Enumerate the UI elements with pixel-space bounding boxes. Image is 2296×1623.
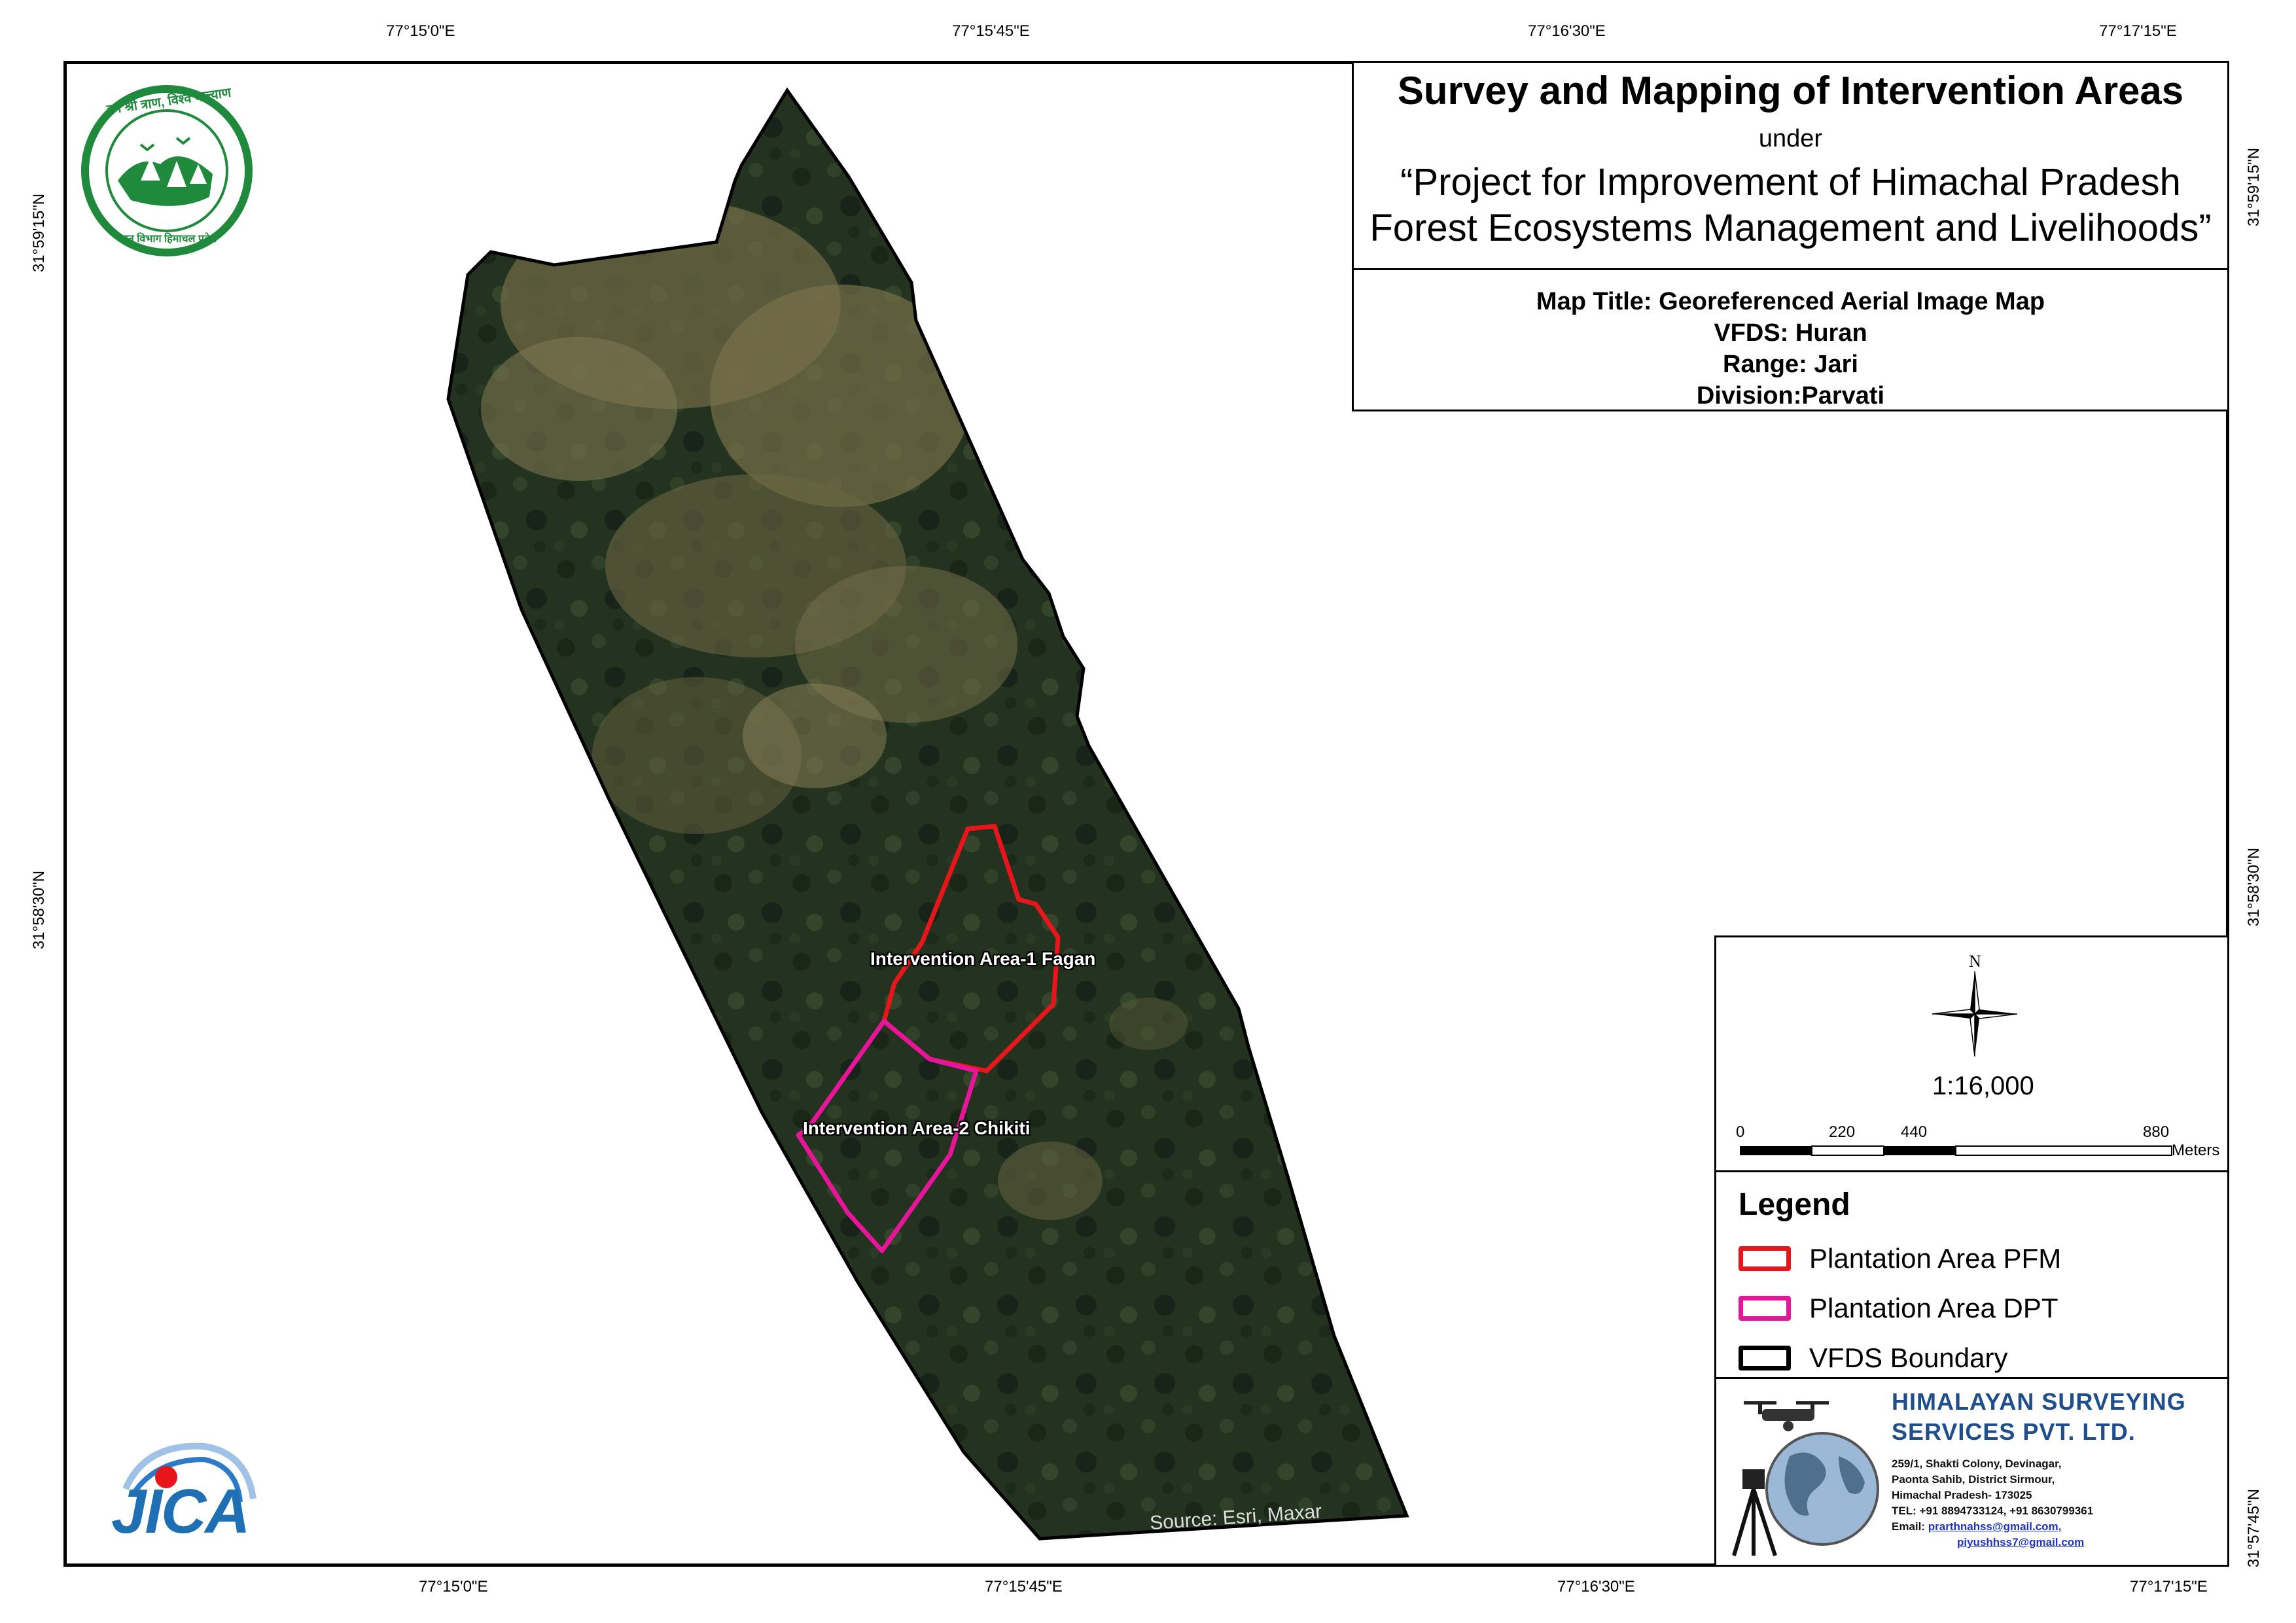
scale-block: N 1:16,000 0 220 440 880 Meters xyxy=(1714,935,2229,1172)
scale-ratio: 1:16,000 xyxy=(1932,1072,2034,1100)
label-intervention-area-1: Intervention Area-1 Fagan xyxy=(870,949,1096,969)
graticule-top-label: 77°16'30"E xyxy=(1528,22,1606,40)
title-under: under xyxy=(1758,125,1823,152)
graticule-left-label: 31°58'30"N xyxy=(30,870,48,950)
scale-tick-880: 880 xyxy=(2143,1123,2170,1141)
legend-label: Plantation Area PFM xyxy=(1809,1243,2062,1274)
company-block: HIMALAYAN SURVEYING SERVICES PVT. LTD. 2… xyxy=(1714,1379,2229,1567)
scale-tick-220: 220 xyxy=(1829,1123,1856,1141)
project-name-line-1: “Project for Improvement of Himachal Pra… xyxy=(1400,161,2181,203)
surveyor-globe-drone-icon xyxy=(1732,1401,1879,1556)
legend-label: VFDS Boundary xyxy=(1809,1342,2008,1373)
division-name: Division:Parvati xyxy=(1696,382,1885,410)
range-name: Range: Jari xyxy=(1723,351,1858,378)
project-name-line-2: Forest Ecosystems Management and Livelih… xyxy=(1369,207,2212,249)
legend-swatch-pfm xyxy=(1739,1246,1791,1271)
graticule-right-label: 31°58'30"N xyxy=(2245,847,2263,927)
seal-bottom-text: वन विभाग हिमाचल प्रदेश xyxy=(122,234,217,245)
company-name: HIMALAYAN SURVEYING SERVICES PVT. LTD. xyxy=(1892,1387,2186,1447)
legend-title: Legend xyxy=(1739,1187,1850,1222)
legend-label: Plantation Area DPT xyxy=(1809,1293,2058,1323)
graticule-bottom-label: 77°17'15"E xyxy=(2130,1578,2208,1596)
graticule-right-label: 31°57'45"N xyxy=(2245,1488,2263,1568)
map-info-block: Map Title: Georeferenced Aerial Image Ma… xyxy=(1352,270,2229,411)
legend-item-dpt: Plantation Area DPT xyxy=(1739,1293,2058,1324)
legend-item-vfds: VFDS Boundary xyxy=(1739,1342,2007,1374)
scale-unit: Meters xyxy=(2172,1142,2220,1159)
legend-swatch-vfds xyxy=(1739,1346,1791,1370)
north-label: N xyxy=(1969,952,1981,971)
legend-item-pfm: Plantation Area PFM xyxy=(1739,1243,2061,1274)
map-title: Map Title: Georeferenced Aerial Image Ma… xyxy=(1536,288,2045,315)
company-name-line-2: SERVICES PVT. LTD. xyxy=(1892,1418,2136,1445)
graticule-top-label: 77°17'15"E xyxy=(2099,22,2177,40)
legend-swatch-dpt xyxy=(1739,1296,1791,1321)
label-intervention-area-2: Intervention Area-2 Chikiti xyxy=(803,1118,1031,1138)
address-line-2: Paonta Sahib, District Sirmour, xyxy=(1892,1473,2055,1486)
graticule-top-label: 77°15'0"E xyxy=(386,22,455,40)
company-address: 259/1, Shakti Colony, Devinagar, Paonta … xyxy=(1892,1456,2093,1550)
email-link-2[interactable]: piyushhss7@gmail.com xyxy=(1957,1536,2084,1548)
legend: Legend Plantation Area PFM Plantation Ar… xyxy=(1714,1172,2229,1379)
graticule-top-label: 77°15'45"E xyxy=(952,22,1030,40)
jica-logo-text: JICA xyxy=(111,1476,251,1546)
scale-tick-0: 0 xyxy=(1736,1123,1745,1141)
north-arrow-icon xyxy=(1932,971,2017,1056)
graticule-right-label: 31°59'15"N xyxy=(2245,147,2263,227)
email-label: Email: xyxy=(1892,1520,1926,1533)
scale-tick-440: 440 xyxy=(1901,1123,1928,1141)
graticule-bottom-label: 77°15'45"E xyxy=(985,1578,1063,1596)
map-main-title: Survey and Mapping of Intervention Areas xyxy=(1397,69,2184,113)
vfds-name: VFDS: Huran xyxy=(1714,319,1867,347)
graticule-bottom-label: 77°15'0"E xyxy=(419,1578,488,1596)
company-name-line-1: HIMALAYAN SURVEYING xyxy=(1892,1388,2186,1415)
title-block: Survey and Mapping of Intervention Areas… xyxy=(1352,61,2229,270)
graticule-left-label: 31°59'15"N xyxy=(30,193,48,273)
graticule-bottom-label: 77°16'30"E xyxy=(1557,1578,1635,1596)
scale-bar xyxy=(1740,1145,2172,1156)
address-line-1: 259/1, Shakti Colony, Devinagar, xyxy=(1892,1457,2062,1470)
email-link-1[interactable]: prarthnahss@gmail.com, xyxy=(1928,1520,2062,1533)
address-line-3: Himachal Pradesh- 173025 xyxy=(1892,1489,2032,1501)
company-telephone: TEL: +91 8894733124, +91 8630799361 xyxy=(1892,1505,2094,1517)
aerial-image xyxy=(448,90,1407,1539)
